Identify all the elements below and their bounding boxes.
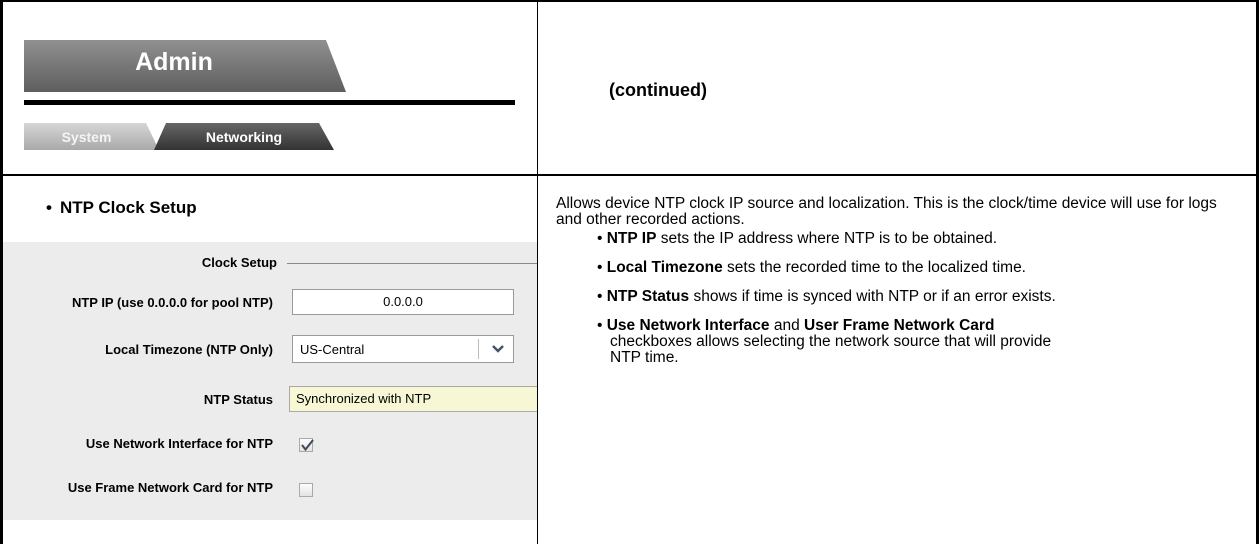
chevron-down-icon[interactable] xyxy=(489,340,507,358)
ntp-ip-label: NTP IP (use 0.0.0.0 for pool NTP) xyxy=(71,295,273,310)
description-bullet-status: • NTP Status shows if time is synced wit… xyxy=(597,288,1056,305)
tab-networking[interactable]: Networking xyxy=(154,123,334,150)
table-border-top xyxy=(0,0,1259,2)
select-divider xyxy=(478,339,479,359)
network-interface-label: Use Network Interface for NTP xyxy=(85,436,273,451)
network-interface-checkbox[interactable] xyxy=(299,438,314,452)
ntp-ip-input[interactable]: 0.0.0.0 xyxy=(292,289,514,315)
description-bullet-timezone: • Local Timezone sets the recorded time … xyxy=(597,259,1026,276)
bullet-line-2: checkboxes allows selecting the network … xyxy=(610,333,1052,350)
description-intro: Allows device NTP clock IP source and lo… xyxy=(556,195,1217,228)
section-heading: • NTP Clock Setup xyxy=(46,198,197,218)
ntp-status-value: Synchronized with NTP xyxy=(289,386,537,412)
clock-setup-panel: Clock Setup NTP IP (use 0.0.0.0 for pool… xyxy=(3,242,537,520)
tab-networking-label: Networking xyxy=(205,129,283,145)
bullet-term: Local Timezone xyxy=(606,259,723,276)
description-bullet-network: • Use Network Interface and User Frame N… xyxy=(597,318,1247,366)
bullet-text: shows if time is synced with NTP or if a… xyxy=(689,288,1056,305)
bullet-icon: • xyxy=(46,198,52,217)
timezone-select[interactable]: US-Central xyxy=(292,335,514,363)
timezone-value: US-Central xyxy=(300,342,365,357)
frame-card-checkbox[interactable] xyxy=(299,483,313,497)
section-heading-text: NTP Clock Setup xyxy=(59,198,197,217)
panel-title-rule xyxy=(287,263,537,264)
ntp-status-label: NTP Status xyxy=(203,392,273,407)
bullet-text: sets the IP address where NTP is to be o… xyxy=(656,230,998,247)
bullet-term-2: User Frame Network Card xyxy=(804,317,995,334)
frame-card-label: Use Frame Network Card for NTP xyxy=(67,480,273,495)
bullet-term: NTP Status xyxy=(606,288,690,305)
bullet-line-3: NTP time. xyxy=(610,349,679,366)
tab-system[interactable]: System xyxy=(24,123,159,150)
admin-tab-underline xyxy=(24,100,515,105)
bullet-term: NTP IP xyxy=(606,230,657,247)
bullet-term-1: Use Network Interface xyxy=(606,317,770,334)
description-bullet-ntp-ip: • NTP IP sets the IP address where NTP i… xyxy=(597,230,998,247)
table-column-divider xyxy=(537,0,538,544)
tab-system-label: System xyxy=(61,129,112,145)
tab-admin[interactable]: Admin xyxy=(24,40,346,92)
tab-admin-label: Admin xyxy=(135,48,213,76)
checkmark-icon xyxy=(301,439,314,452)
panel-title: Clock Setup xyxy=(201,255,277,270)
timezone-label: Local Timezone (NTP Only) xyxy=(105,342,273,357)
bullet-text: sets the recorded time to the localized … xyxy=(722,259,1026,276)
bullet-line-1: • Use Network Interface and User Frame N… xyxy=(597,317,995,334)
bullet-connector: and xyxy=(769,317,805,334)
continued-label: (continued) xyxy=(609,80,707,100)
table-row-divider xyxy=(0,174,1259,176)
